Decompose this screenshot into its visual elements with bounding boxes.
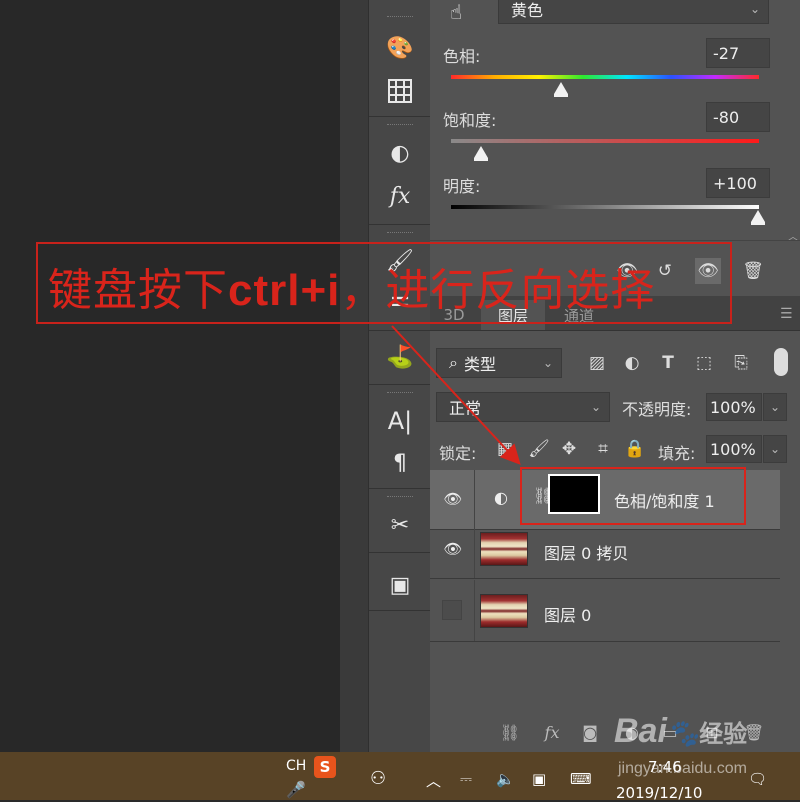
- paw-icon: 🐾: [666, 718, 700, 748]
- annotation-arrow: [391, 325, 521, 465]
- watermark-logo: Bai🐾经验: [614, 712, 747, 751]
- annotation-prefix: 键盘按下: [48, 265, 228, 316]
- annotation-suffix: ，进行反向选择: [340, 265, 656, 316]
- annotation-shortcut: ctrl+i: [228, 266, 341, 315]
- watermark-brand2: 经验: [699, 721, 748, 748]
- annotation-text: 键盘按下ctrl+i，进行反向选择: [48, 254, 655, 318]
- watermark-url: jingyan.baidu.com: [618, 760, 747, 777]
- highlight-box: [520, 467, 746, 525]
- watermark-brand: Bai: [614, 712, 667, 750]
